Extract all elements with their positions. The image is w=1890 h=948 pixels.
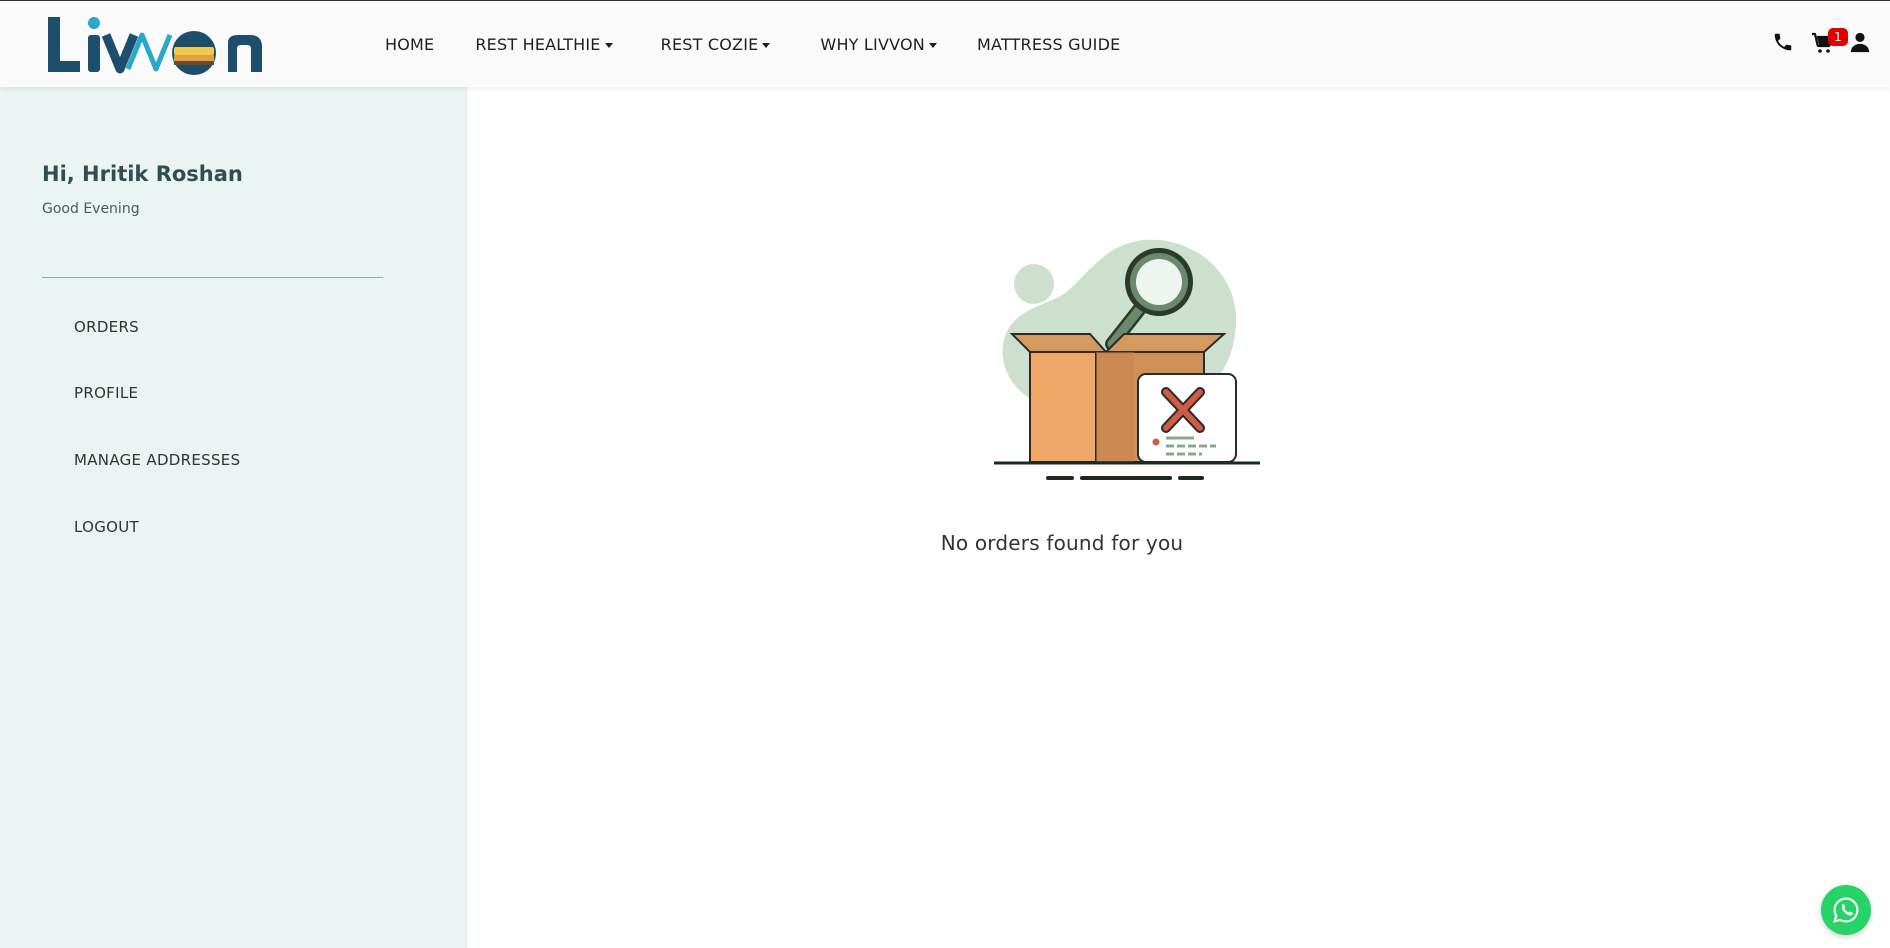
empty-orders-message: No orders found for you [940,531,1184,555]
chevron-down-icon [604,42,613,48]
user-greeting: Hi, Hritik Roshan [42,162,243,186]
nav-home[interactable]: HOME [385,35,434,54]
sidebar-item-orders[interactable]: ORDERS [74,318,139,336]
top-navbar: HOME REST HEALTHIE REST COZIE WHY LIVVON… [0,0,1890,87]
nav-mattress-guide-label: MATTRESS GUIDE [976,35,1121,54]
cart-count-badge: 1 [1828,28,1848,46]
sidebar-item-manage-addresses[interactable]: MANAGE ADDRESSES [74,451,240,469]
user-icon[interactable] [1849,31,1873,55]
nav-rest-cozie-label: REST COZIE [660,35,759,54]
nav-mattress-guide[interactable]: MATTRESS GUIDE [977,35,1120,54]
chevron-down-icon [928,42,937,48]
nav-rest-cozie[interactable]: REST COZIE [661,35,771,54]
nav-home-label: HOME [385,35,435,54]
chevron-down-icon [762,42,771,48]
nav-rest-healthie[interactable]: REST HEALTHIE [475,35,613,54]
sidebar-divider [42,277,383,278]
time-greeting: Good Evening [42,201,140,217]
livvon-logo[interactable] [44,13,276,77]
nav-why-livvon-label: WHY LIVVON [820,35,925,54]
whatsapp-icon[interactable] [1821,885,1871,935]
sidebar-item-logout[interactable]: LOGOUT [74,518,139,536]
orders-content: No orders found for you [467,87,1890,948]
main-nav: HOME REST HEALTHIE REST COZIE WHY LIVVON… [385,1,1120,88]
account-sidebar: Hi, Hritik Roshan Good Evening ORDERS PR… [0,87,467,948]
sidebar-item-profile[interactable]: PROFILE [74,384,138,402]
empty-box-search-icon [994,234,1260,486]
nav-why-livvon[interactable]: WHY LIVVON [820,35,937,54]
phone-icon[interactable] [1772,31,1796,55]
nav-rest-healthie-label: REST HEALTHIE [475,35,601,54]
